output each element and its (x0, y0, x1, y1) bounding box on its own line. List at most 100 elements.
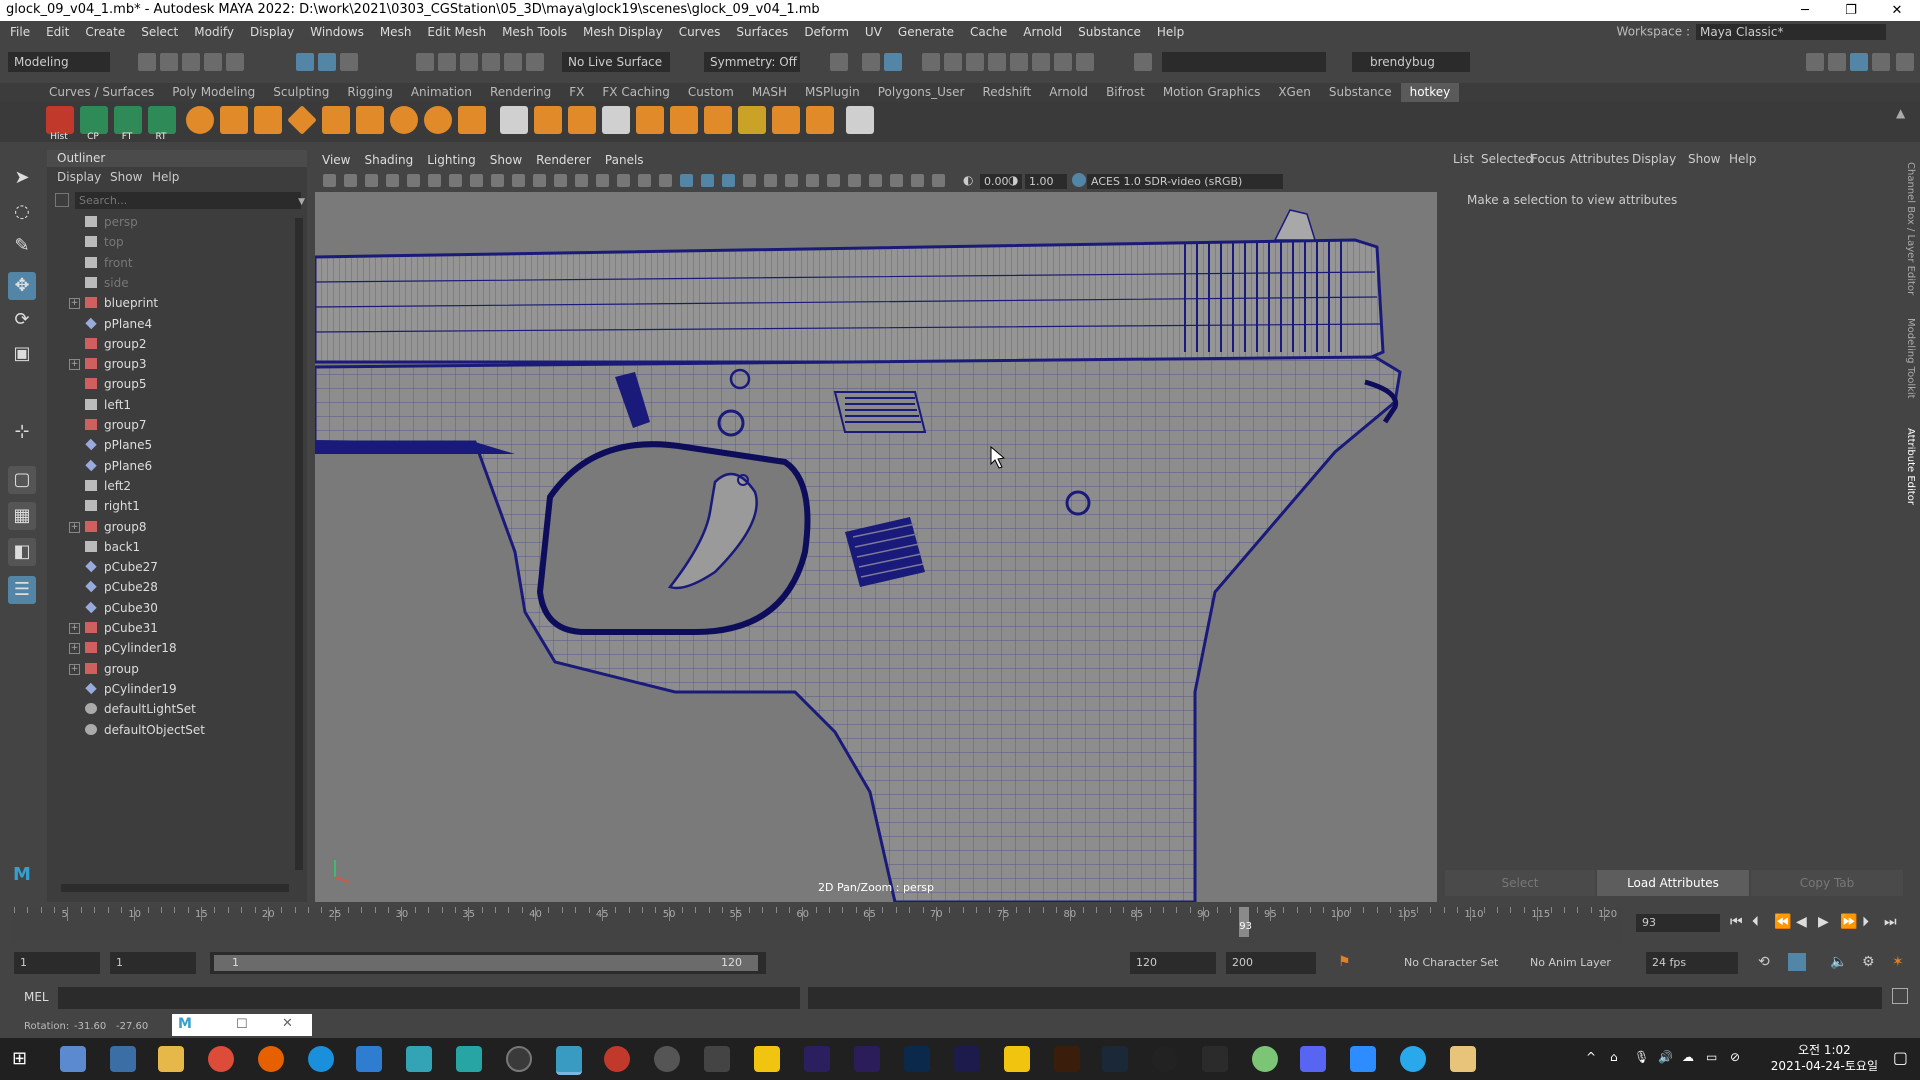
shelf-tab-animation[interactable]: Animation (402, 83, 481, 102)
shelf-tab-poly-modeling[interactable]: Poly Modeling (163, 83, 264, 102)
outliner-item[interactable]: + group8 (47, 517, 297, 537)
auto-key-icon[interactable]: ⚑ (1338, 954, 1351, 970)
shelf-tab-msplugin[interactable]: MSPlugin (796, 83, 869, 102)
safe-action-icon[interactable] (575, 174, 588, 187)
open-scene-icon[interactable] (160, 53, 178, 71)
wireframe-on-shaded-icon[interactable] (680, 174, 693, 187)
workspace-selector[interactable]: Workspace : Maya Classic* (1617, 24, 1886, 40)
firefox-icon[interactable] (258, 1046, 284, 1072)
play-backward-icon[interactable]: ◀ (1796, 914, 1807, 930)
ambient-occlusion-icon[interactable] (764, 174, 777, 187)
shelf-tab-substance[interactable]: Substance (1320, 83, 1401, 102)
redo-icon[interactable] (226, 53, 244, 71)
edge-icon[interactable] (308, 1046, 334, 1072)
lights-icon[interactable] (722, 174, 735, 187)
image-plane-icon[interactable] (407, 174, 420, 187)
arnold-render-icon[interactable] (1010, 53, 1028, 71)
colorspace-dropdown[interactable]: ACES 1.0 SDR-video (sRGB) (1087, 174, 1283, 189)
animation-preferences-icon[interactable]: ⚙ (1862, 954, 1875, 970)
maya-mini-window[interactable]: M ☐ ✕ (172, 1014, 312, 1036)
unreal-icon[interactable] (1152, 1046, 1178, 1072)
extrude-icon[interactable] (322, 106, 350, 134)
menu-modify[interactable]: Modify (186, 21, 242, 44)
expand-icon[interactable]: + (69, 623, 80, 634)
kakaotalk-icon[interactable] (754, 1046, 780, 1072)
depth-of-field-icon[interactable] (827, 174, 840, 187)
command-input[interactable] (58, 987, 800, 1009)
snap-point-icon[interactable] (460, 53, 478, 71)
outliner-item[interactable]: + pCylinder18 (47, 638, 297, 658)
outliner-menu-help[interactable]: Help (152, 170, 179, 184)
default-material-icon[interactable] (659, 174, 672, 187)
select-by-component-icon[interactable] (340, 53, 358, 71)
notification-center-icon[interactable]: ▢ (1893, 1048, 1908, 1067)
maya-taskbar-icon[interactable] (456, 1046, 482, 1072)
symmetry-dropdown[interactable]: Symmetry: Off (704, 52, 800, 72)
four-view-layout-icon[interactable]: ▦ (8, 502, 36, 530)
character-set-dropdown[interactable]: No Character Set (1398, 952, 1510, 974)
bookmarks-icon[interactable] (386, 174, 399, 187)
shelf-tab-polygons-user[interactable]: Polygons_User (869, 83, 974, 102)
expand-icon[interactable]: + (69, 663, 80, 675)
ae-menu-list[interactable]: List (1453, 152, 1474, 166)
move-tool-icon[interactable]: ✥ (8, 272, 36, 300)
wireframe-icon[interactable] (617, 174, 630, 187)
smooth-icon[interactable] (458, 106, 486, 134)
menu-help[interactable]: Help (1149, 21, 1192, 44)
reset-transform-icon[interactable] (148, 106, 176, 134)
lock-camera-icon[interactable] (344, 174, 357, 187)
ae-menu-help[interactable]: Help (1729, 152, 1756, 166)
mini-restore-icon[interactable]: ☐ (236, 1017, 248, 1032)
step-back-key-icon[interactable]: ⏴ (1752, 914, 1759, 930)
menu-arnold[interactable]: Arnold (1015, 21, 1070, 44)
tray-display-icon[interactable]: ▭ (1706, 1050, 1717, 1064)
menu-create[interactable]: Create (77, 21, 133, 44)
outliner-search-input[interactable]: Search... (75, 192, 301, 209)
shelf-tab-sculpting[interactable]: Sculpting (264, 83, 338, 102)
go-to-end-icon[interactable]: ⏭ (1884, 914, 1897, 930)
outliner-menu-show[interactable]: Show (110, 170, 142, 184)
multi-cut-icon[interactable] (500, 106, 528, 134)
xray-icon[interactable] (869, 174, 882, 187)
viewport-gamma-icon[interactable]: ◑ (1008, 173, 1018, 187)
hud-icon[interactable] (932, 174, 945, 187)
separate-icon[interactable] (424, 106, 452, 134)
user-account-dropdown[interactable]: brendybug (1352, 52, 1470, 72)
illustrator-icon[interactable] (1054, 1046, 1080, 1072)
current-frame-field[interactable]: 93 (1636, 914, 1720, 932)
expand-icon[interactable]: + (69, 298, 80, 310)
menu-display[interactable]: Display (242, 21, 302, 44)
step-back-frame-icon[interactable]: ⏪ (1774, 914, 1791, 930)
outliner-item[interactable]: group2 (47, 334, 297, 354)
grease-pencil-icon[interactable] (449, 174, 462, 187)
outliner-item[interactable]: pPlane6 (47, 456, 297, 476)
last-tool-icon[interactable]: ⊹ (8, 418, 36, 446)
workspace-toggle-icon[interactable] (1806, 53, 1824, 71)
shelf-scroll-icon[interactable]: ▲ (1896, 106, 1905, 120)
ae-menu-focus[interactable]: Focus (1531, 152, 1565, 166)
select-camera-icon[interactable] (323, 174, 336, 187)
insert-edge-loop-icon[interactable] (568, 106, 596, 134)
windows-start-icon[interactable]: ⊞ (12, 1048, 27, 1069)
tray-mic-icon[interactable]: 🎙 (1634, 1050, 1649, 1064)
anim-layer-dropdown[interactable]: No Anim Layer (1524, 952, 1632, 974)
shelf-tab-fx-caching[interactable]: FX Caching (593, 83, 678, 102)
command-language-label[interactable]: MEL (24, 990, 49, 1004)
2d-pan-zoom-icon[interactable] (428, 174, 441, 187)
freeze-transform-icon[interactable] (114, 106, 142, 134)
menu-mesh[interactable]: Mesh (372, 21, 420, 44)
outliner-item[interactable]: + group (47, 659, 297, 679)
outliner-item[interactable]: top (47, 232, 297, 252)
snap-surface-icon[interactable] (504, 53, 522, 71)
field-chart-icon[interactable] (554, 174, 567, 187)
outliner-item[interactable]: pCube28 (47, 577, 297, 597)
maximize-button[interactable]: ❐ (1828, 0, 1874, 21)
duplicate-icon[interactable] (806, 106, 834, 134)
internet-explorer-icon[interactable] (356, 1046, 382, 1072)
tool-settings-toggle-icon[interactable] (1872, 53, 1890, 71)
shelf-tab-fx[interactable]: FX (560, 83, 593, 102)
layer-editor-toggle-icon[interactable] (1896, 53, 1914, 71)
epic-games-icon[interactable] (1202, 1046, 1228, 1072)
viewport-menu-panels[interactable]: Panels (598, 150, 651, 170)
discord-icon[interactable] (1300, 1046, 1326, 1072)
